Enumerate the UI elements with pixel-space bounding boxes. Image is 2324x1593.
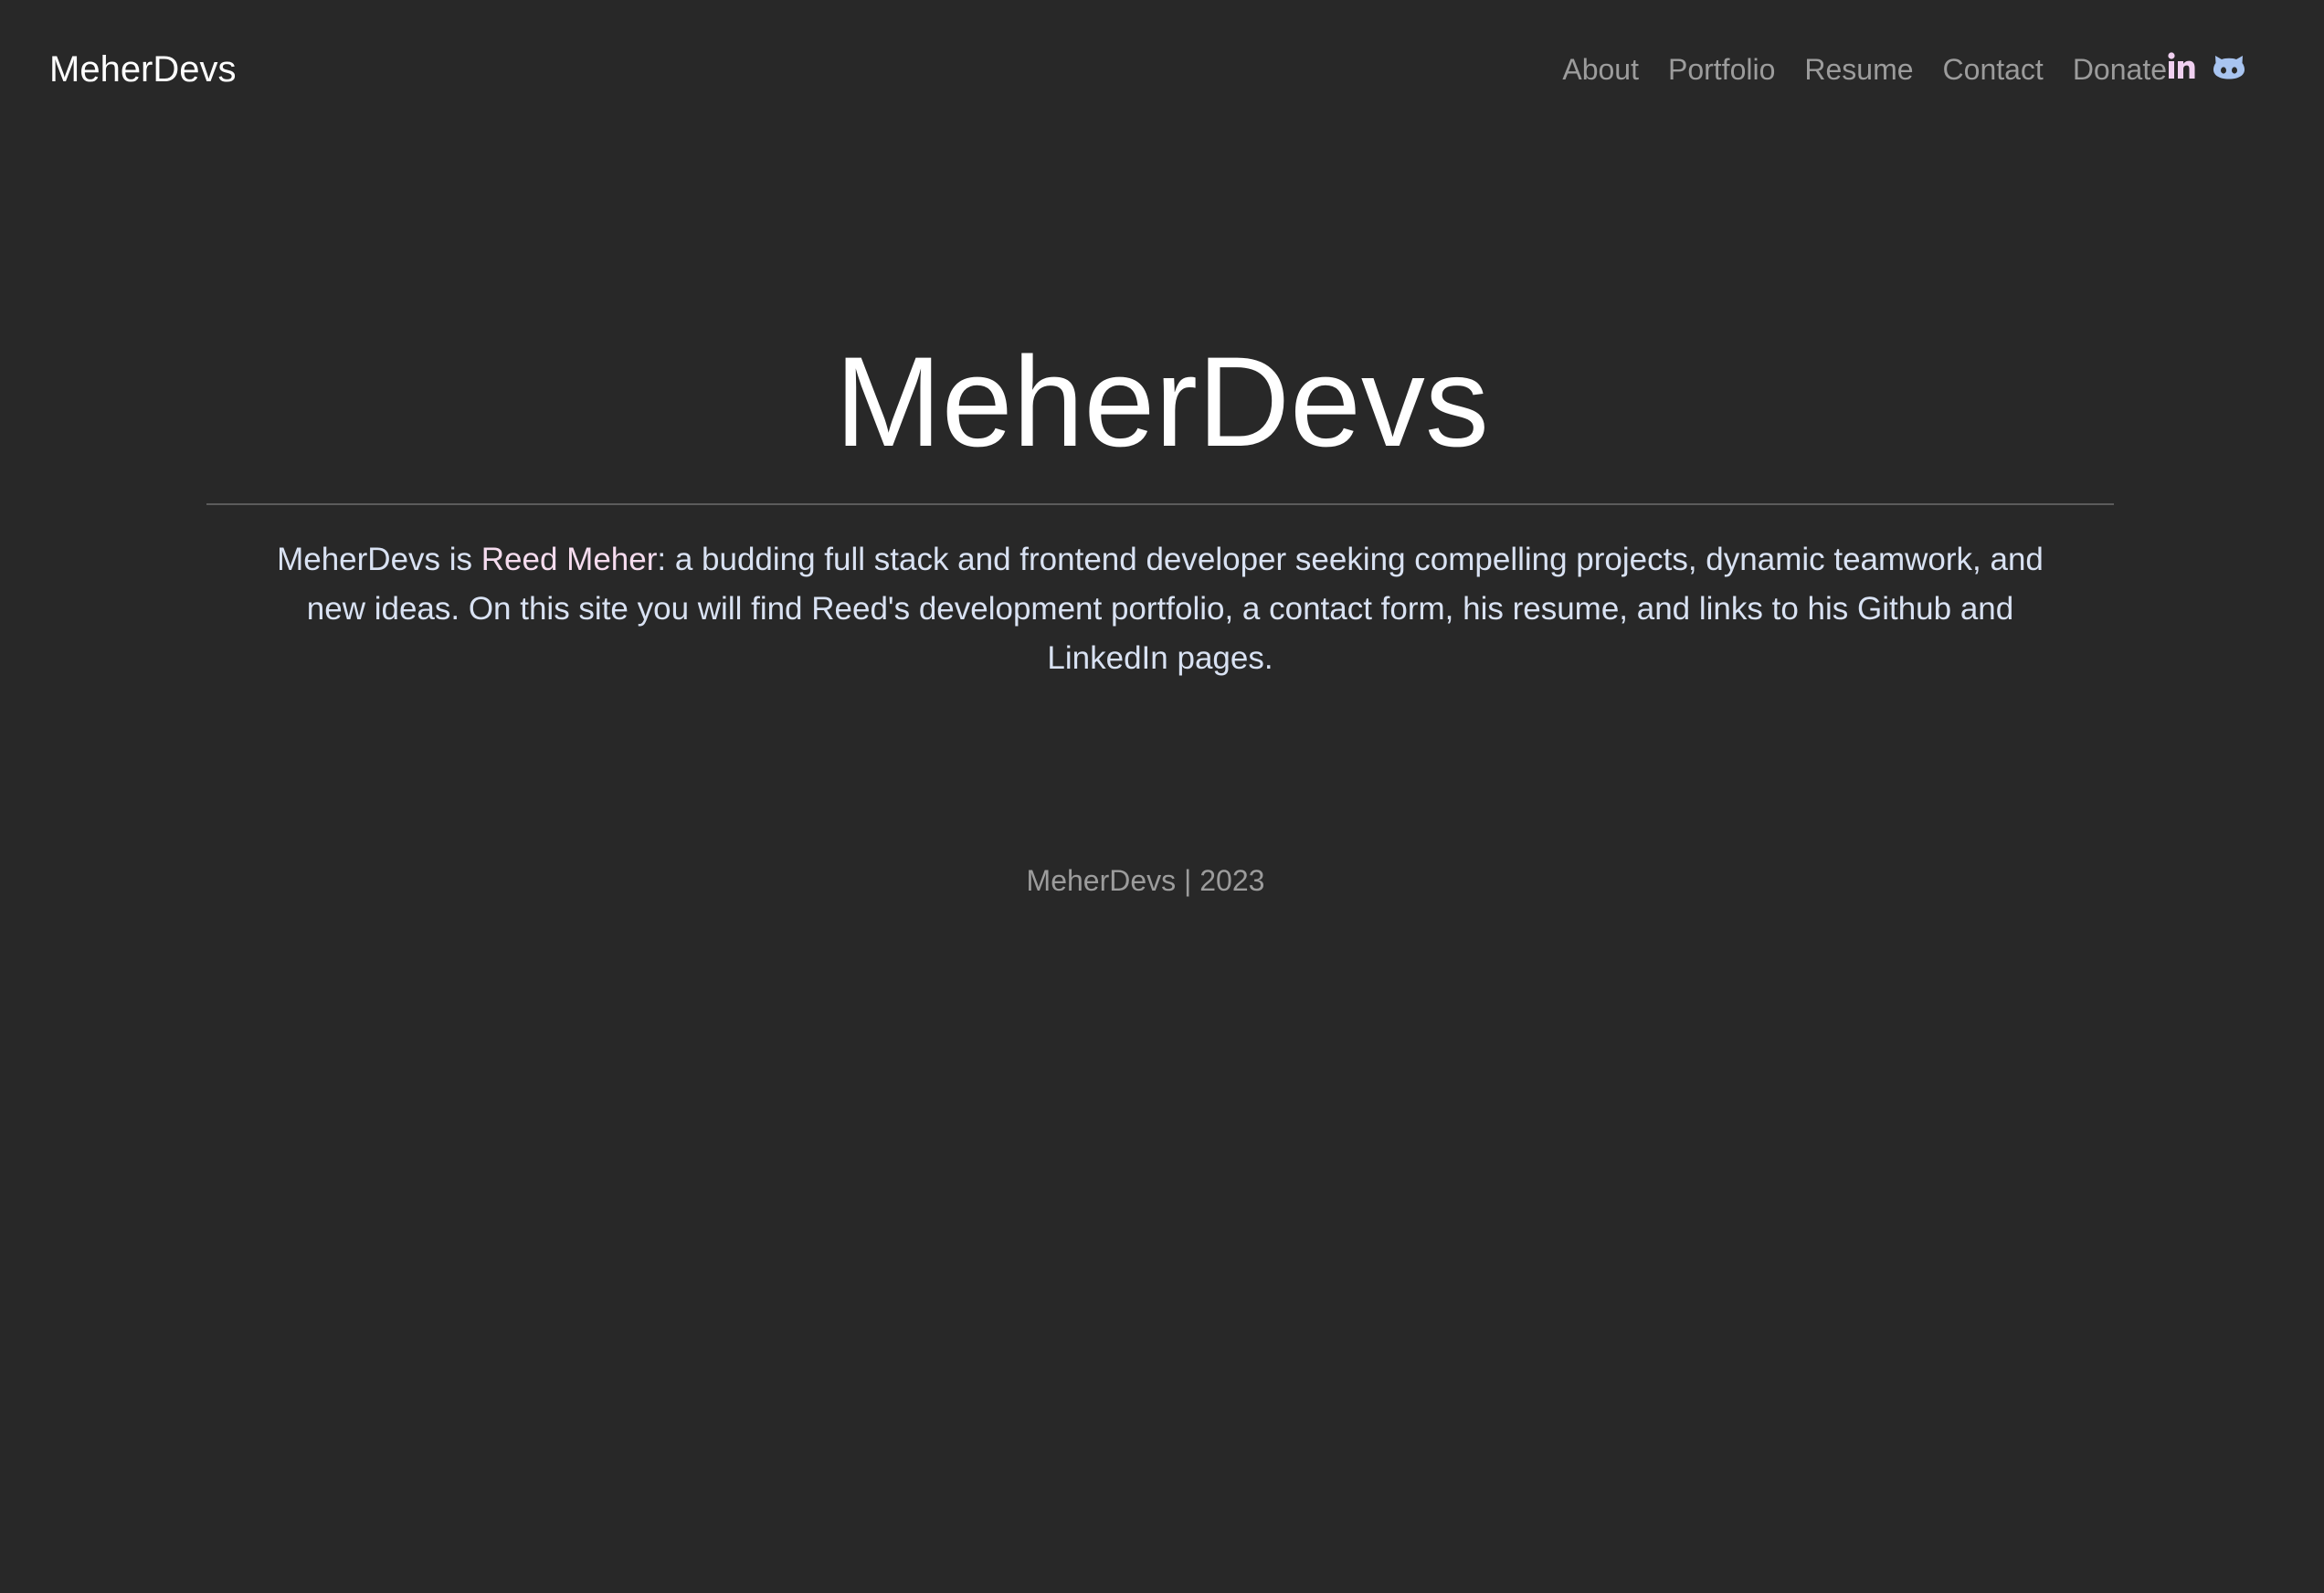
brand-link[interactable]: MeherDevs [49, 44, 237, 95]
nav-link-donate[interactable]: Donate [2073, 44, 2167, 95]
github-link[interactable] [2213, 47, 2245, 84]
bio-name-highlight: Reed Meher [481, 542, 658, 577]
linkedin-link[interactable] [2168, 47, 2195, 84]
nav-link-contact[interactable]: Contact [1943, 44, 2044, 95]
nav-link-portfolio[interactable]: Portfolio [1668, 44, 1775, 95]
bio-prefix: MeherDevs is [277, 542, 481, 577]
footer-text: MeherDevs | 2023 [1026, 864, 1265, 897]
nav-link-resume[interactable]: Resume [1804, 44, 1913, 95]
hero-title: MeherDevs [835, 330, 1489, 473]
linkedin-icon [2168, 52, 2195, 79]
nav-link-about[interactable]: About [1562, 44, 1639, 95]
bio-paragraph: MeherDevs is Reed Meher: a budding full … [265, 535, 2055, 683]
navbar: MeherDevs About Portfolio Resume Contact… [0, 0, 2324, 141]
divider [206, 503, 2114, 505]
github-icon [2213, 56, 2245, 79]
nav-links: About Portfolio Resume Contact Donate [1562, 44, 2167, 95]
